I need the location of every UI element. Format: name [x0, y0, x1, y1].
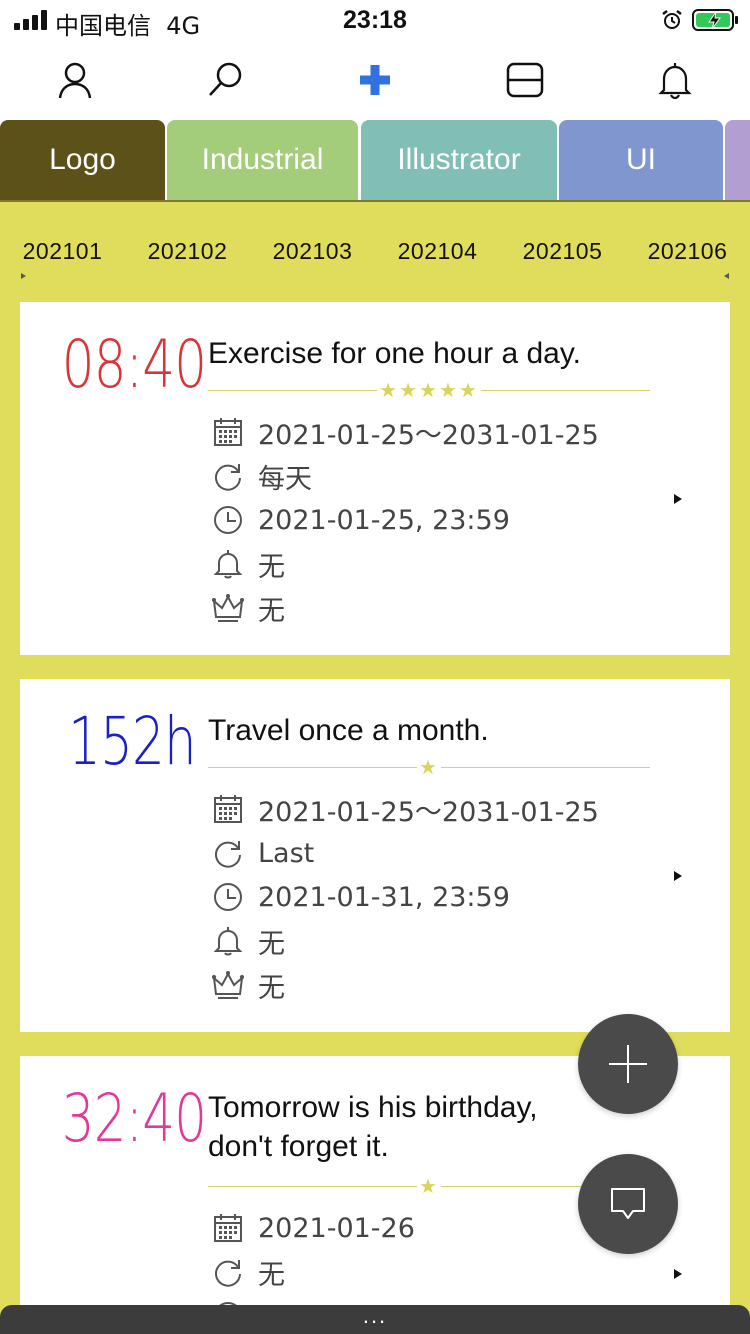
- calendar-icon: [212, 416, 244, 448]
- task-list[interactable]: 202101 202102 202103 202104 202105 20210…: [0, 202, 750, 1334]
- bell-icon[interactable]: [652, 57, 698, 103]
- scroll-right-marker: [724, 273, 729, 279]
- reward-row: 无: [212, 967, 285, 1004]
- task-time: 08:40: [61, 326, 207, 403]
- task-time: 32:40: [61, 1080, 207, 1157]
- date-range-row: 2021-01-25～2031-01-25: [212, 791, 599, 828]
- tab-industrial[interactable]: Industrial: [167, 120, 358, 200]
- bell-icon: [212, 925, 244, 957]
- month-item[interactable]: 202105: [500, 238, 625, 265]
- month-item[interactable]: 202102: [125, 238, 250, 265]
- search-icon[interactable]: [202, 57, 248, 103]
- status-bar: 中国电信 4G 23:18: [0, 0, 750, 40]
- tab-ui[interactable]: UI: [559, 120, 723, 200]
- deadline-row: 2021-01-31, 23:59: [212, 879, 510, 915]
- battery-icon: [692, 9, 738, 31]
- reminder-row: 无: [212, 546, 285, 583]
- disclosure-arrow-icon[interactable]: [674, 494, 682, 504]
- repeat-row: 每天: [212, 458, 312, 495]
- task-title: Tomorrow is his birthday, don't forget i…: [208, 1091, 538, 1163]
- repeat-row: Last: [212, 835, 314, 871]
- reminder-row: 无: [212, 923, 285, 960]
- task-card[interactable]: 08:40 Exercise for one hour a day. ★★★★★…: [20, 302, 730, 655]
- task-title: Travel once a month.: [208, 714, 489, 747]
- bell-icon: [212, 548, 244, 580]
- priority-stars: ★: [417, 757, 441, 779]
- reward-row: 无: [212, 590, 285, 627]
- user-icon[interactable]: [52, 57, 98, 103]
- deadline-row: 2021-01-25, 23:59: [212, 502, 510, 538]
- more-dots: ...: [362, 1303, 388, 1328]
- tab-illustrator[interactable]: Illustrator: [361, 120, 557, 200]
- add-plus-icon[interactable]: [352, 57, 398, 103]
- top-nav: [0, 40, 750, 120]
- clock-icon: [212, 881, 244, 913]
- repeat-icon: [212, 1256, 244, 1288]
- task-time: 152h: [68, 703, 197, 780]
- category-tabs: Logo Industrial Illustrator UI: [0, 120, 750, 202]
- month-item[interactable]: 202101: [0, 238, 125, 265]
- calendar-icon: [212, 1212, 244, 1244]
- message-button[interactable]: [578, 1154, 678, 1254]
- scroll-left-marker: [21, 273, 26, 279]
- repeat-icon: [212, 460, 244, 492]
- crown-icon: [212, 969, 244, 1001]
- disclosure-arrow-icon[interactable]: [674, 1269, 682, 1279]
- date-range-row: 2021-01-25～2031-01-25: [212, 414, 599, 451]
- date-range-row: 2021-01-26: [212, 1210, 415, 1246]
- priority-stars: ★★★★★: [377, 380, 481, 402]
- month-selector: 202101 202102 202103 202104 202105 20210…: [0, 238, 750, 268]
- crown-icon: [212, 592, 244, 624]
- repeat-row: 无: [212, 1254, 285, 1291]
- month-item[interactable]: 202104: [375, 238, 500, 265]
- clock-icon: [212, 504, 244, 536]
- plus-icon: [609, 1045, 647, 1083]
- message-icon: [611, 1188, 645, 1219]
- add-task-button[interactable]: [578, 1014, 678, 1114]
- month-item[interactable]: 202106: [625, 238, 750, 265]
- disclosure-arrow-icon[interactable]: [674, 871, 682, 881]
- calendar-icon: [212, 793, 244, 825]
- layout-icon[interactable]: [502, 57, 548, 103]
- month-item[interactable]: 202103: [250, 238, 375, 265]
- tab-more[interactable]: [725, 120, 750, 200]
- status-time: 23:18: [343, 6, 407, 34]
- tab-logo[interactable]: Logo: [0, 120, 165, 200]
- task-card[interactable]: 152h Travel once a month. ★ 2021-01-25～2…: [20, 679, 730, 1032]
- task-title: Exercise for one hour a day.: [208, 337, 581, 370]
- repeat-icon: [212, 837, 244, 869]
- bottom-sheet-handle[interactable]: ...: [0, 1305, 750, 1334]
- alarm-clock-icon: [662, 10, 682, 29]
